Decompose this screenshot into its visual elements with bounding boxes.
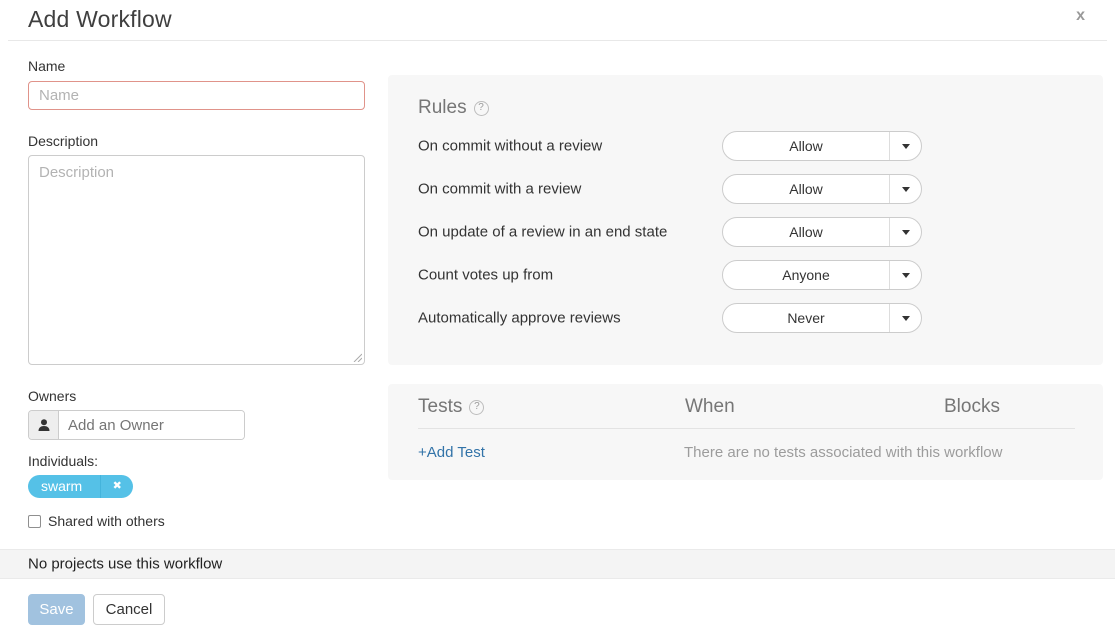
tests-column-when: When	[685, 396, 735, 418]
header-divider	[8, 40, 1107, 41]
tests-column-blocks: Blocks	[944, 396, 1000, 418]
page-title: Add Workflow	[28, 6, 172, 33]
add-workflow-dialog: Add Workflow x Name Description Owners I…	[0, 0, 1115, 639]
tests-panel: Tests ? When Blocks +Add Test There are …	[388, 384, 1103, 480]
tests-title: Tests ?	[418, 396, 484, 418]
shared-checkbox-label: Shared with others	[48, 513, 165, 529]
rule-dropdown-update-end-state[interactable]: Allow	[722, 217, 922, 247]
tests-empty-message: There are no tests associated with this …	[684, 444, 1002, 461]
rule-row-count-votes: Count votes up from Anyone	[418, 260, 1075, 290]
rule-row-commit-with-review: On commit with a review Allow	[418, 174, 1075, 204]
rule-label: Automatically approve reviews	[418, 310, 621, 327]
owners-label: Owners	[28, 388, 76, 404]
tests-header-divider	[418, 428, 1075, 429]
owner-input-group	[28, 410, 245, 440]
rule-row-auto-approve: Automatically approve reviews Never	[418, 303, 1075, 333]
chevron-down-icon	[902, 144, 910, 149]
name-label: Name	[28, 58, 65, 74]
name-input[interactable]	[28, 81, 365, 110]
tests-title-text: Tests	[418, 396, 462, 418]
rule-dropdown-auto-approve[interactable]: Never	[722, 303, 922, 333]
description-label: Description	[28, 133, 98, 149]
dropdown-value: Allow	[723, 175, 889, 203]
chevron-down-icon	[902, 230, 910, 235]
dropdown-caret-button[interactable]	[889, 218, 921, 246]
shared-checkbox[interactable]	[28, 515, 41, 528]
cancel-button[interactable]: Cancel	[93, 594, 165, 625]
rules-help-icon[interactable]: ?	[474, 101, 489, 116]
rule-label: On commit without a review	[418, 138, 602, 155]
description-field-wrap	[28, 155, 365, 365]
rules-title-text: Rules	[418, 97, 467, 119]
dropdown-value: Never	[723, 304, 889, 332]
rules-panel: Rules ? On commit without a review Allow…	[388, 75, 1103, 365]
shared-checkbox-row[interactable]: Shared with others	[28, 513, 165, 529]
add-owner-input[interactable]	[59, 411, 244, 439]
rule-dropdown-commit-without-review[interactable]: Allow	[722, 131, 922, 161]
projects-notice-text: No projects use this workflow	[28, 556, 222, 573]
owner-tag-label: swarm	[28, 475, 100, 498]
rule-label: On commit with a review	[418, 181, 581, 198]
rule-row-commit-without-review: On commit without a review Allow	[418, 131, 1075, 161]
rule-label: On update of a review in an end state	[418, 224, 667, 241]
save-button[interactable]: Save	[28, 594, 85, 625]
description-textarea[interactable]	[28, 155, 365, 365]
chevron-down-icon	[902, 273, 910, 278]
tests-help-icon[interactable]: ?	[469, 400, 484, 415]
rule-row-update-end-state: On update of a review in an end state Al…	[418, 217, 1075, 247]
owner-tag: swarm ✖	[28, 475, 133, 498]
dropdown-caret-button[interactable]	[889, 304, 921, 332]
chevron-down-icon	[902, 316, 910, 321]
rule-label: Count votes up from	[418, 267, 553, 284]
chevron-down-icon	[902, 187, 910, 192]
rules-title: Rules ?	[418, 97, 489, 119]
add-test-link[interactable]: +Add Test	[418, 444, 485, 461]
dropdown-caret-button[interactable]	[889, 261, 921, 289]
dropdown-caret-button[interactable]	[889, 132, 921, 160]
dropdown-value: Anyone	[723, 261, 889, 289]
individuals-label: Individuals:	[28, 453, 98, 469]
dropdown-value: Allow	[723, 132, 889, 160]
close-icon[interactable]: x	[1076, 8, 1085, 24]
rule-dropdown-commit-with-review[interactable]: Allow	[722, 174, 922, 204]
dropdown-caret-button[interactable]	[889, 175, 921, 203]
projects-notice-bar: No projects use this workflow	[0, 549, 1115, 579]
remove-tag-icon[interactable]: ✖	[101, 475, 133, 498]
person-icon	[29, 411, 59, 439]
dropdown-value: Allow	[723, 218, 889, 246]
rule-dropdown-count-votes[interactable]: Anyone	[722, 260, 922, 290]
